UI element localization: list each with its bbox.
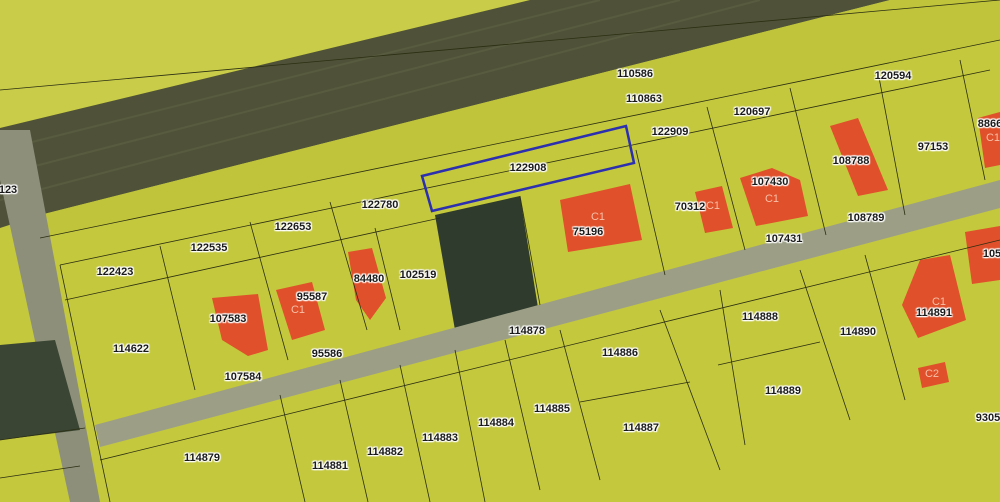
building-class-label: C1 <box>764 193 780 205</box>
building-class-label: C2 <box>924 368 940 380</box>
parcel-label[interactable]: 114879 <box>184 452 220 464</box>
parcel-label[interactable]: 120697 <box>734 106 771 118</box>
building-class-label: C1 <box>931 296 947 308</box>
parcel-label[interactable]: 114886 <box>602 347 638 359</box>
parcel-label[interactable]: 123 <box>0 184 17 196</box>
selected-parcel-label[interactable]: 122908 <box>510 162 547 174</box>
parcel-label[interactable]: 114882 <box>367 446 403 458</box>
parcel-label[interactable]: 107584 <box>225 371 262 383</box>
parcel-label[interactable]: 114890 <box>840 326 876 338</box>
parcel-label[interactable]: 114622 <box>113 343 149 355</box>
parcel-label[interactable]: 102519 <box>400 269 437 281</box>
parcel-label[interactable]: 105 <box>983 248 1000 260</box>
parcel-label[interactable]: 122780 <box>362 199 399 211</box>
building-class-label: C1 <box>590 211 606 223</box>
parcel-label[interactable]: 95587 <box>297 291 328 303</box>
parcel-label[interactable]: 122535 <box>191 242 228 254</box>
parcel-label[interactable]: 110863 <box>626 93 662 105</box>
parcel-label[interactable]: 114881 <box>312 460 348 472</box>
parcel-label[interactable]: 122423 <box>97 266 134 278</box>
parcel-label[interactable]: 108789 <box>848 212 885 224</box>
parcel-label[interactable]: 122909 <box>652 126 689 138</box>
parcel-label[interactable]: 97153 <box>918 141 949 153</box>
parcel-label[interactable]: 114884 <box>478 417 514 429</box>
parcel-label[interactable]: 70312 <box>675 201 706 213</box>
parcel-label[interactable]: 75196 <box>573 226 604 238</box>
building-class-label: C1 <box>290 304 306 316</box>
building-class-label: C1 <box>705 200 721 212</box>
parcel-label[interactable]: 110586 <box>617 68 653 80</box>
parcel-label[interactable]: 84480 <box>354 273 385 285</box>
parcel-label[interactable]: 114889 <box>765 385 801 397</box>
parcel-label[interactable]: 114878 <box>509 325 545 337</box>
parcel-label[interactable]: 107431 <box>766 233 803 245</box>
parcel-label[interactable]: 107430 <box>752 176 789 188</box>
parcel-label[interactable]: 114891 <box>916 307 952 319</box>
parcel-label[interactable]: 114887 <box>623 422 659 434</box>
parcel-label[interactable]: 108788 <box>833 155 870 167</box>
building-class-label: C1 <box>985 132 1000 144</box>
parcel-label[interactable]: 114885 <box>534 403 570 415</box>
parcel-label[interactable]: 95586 <box>312 348 343 360</box>
parcel-label[interactable]: 114888 <box>742 311 778 323</box>
parcel-label[interactable]: 9305 <box>976 412 1000 424</box>
parcel-label[interactable]: 8866 <box>978 118 1000 130</box>
parcel-label[interactable]: 120594 <box>875 70 912 82</box>
parcel-label[interactable]: 114883 <box>422 432 458 444</box>
parcel-label[interactable]: 122653 <box>275 221 312 233</box>
parcel-label[interactable]: 107583 <box>210 313 247 325</box>
